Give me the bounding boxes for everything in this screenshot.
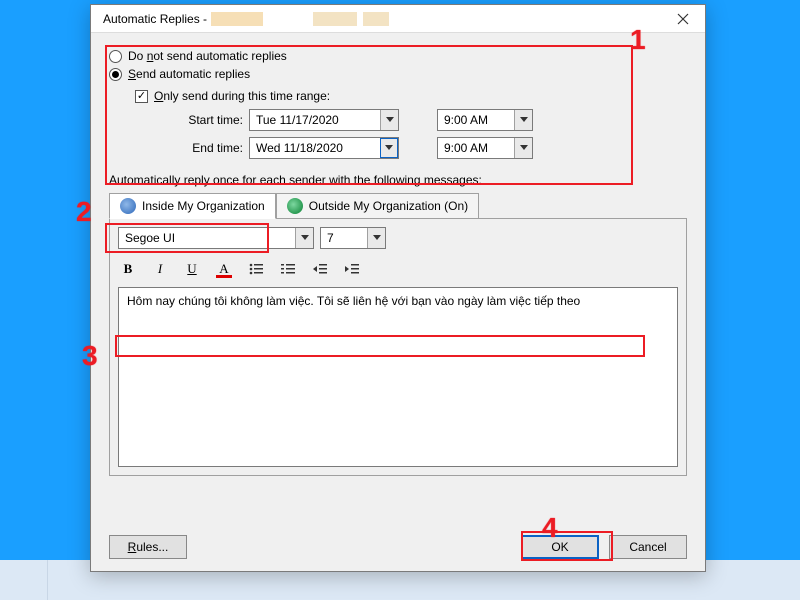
tab-label: Inside My Organization [142,199,265,213]
end-time-combo[interactable]: 9:00 AM [437,137,533,159]
radio-label: Send automatic replies [128,67,250,81]
end-date-value: Wed 11/18/2020 [250,138,349,158]
font-color-button[interactable]: A [214,259,234,279]
radio-send[interactable]: Send automatic replies [109,67,687,81]
radio-icon [109,50,122,63]
taskbar-start[interactable] [0,560,48,600]
people-icon [120,198,136,214]
radio-icon [109,68,122,81]
bullet-list-button[interactable] [246,259,266,279]
end-date-combo[interactable]: Wed 11/18/2020 [249,137,399,159]
tab-label: Outside My Organization (On) [309,199,468,213]
globe-icon [287,198,303,214]
cancel-button[interactable]: Cancel [609,535,687,559]
radio-do-not-send[interactable]: Do not send automatic replies [109,49,687,63]
rules-button[interactable]: Rules... [109,535,187,559]
start-time-value: 9:00 AM [438,110,494,130]
tab-outside-org[interactable]: Outside My Organization (On) [276,193,479,219]
font-family-combo[interactable]: Segoe UI [118,227,314,249]
numbered-list-button[interactable] [278,259,298,279]
indent-button[interactable] [342,259,362,279]
font-size-value: 7 [321,228,340,248]
message-text: Hôm nay chúng tôi không làm việc. Tôi sẽ… [127,294,580,308]
format-toolbar: B I U A [118,257,678,281]
ok-button[interactable]: OK [521,535,599,559]
section-label: Automatically reply once for each sender… [109,173,687,187]
tabs: Inside My Organization Outside My Organi… [109,193,687,219]
checkbox-only-send-range[interactable]: Only send during this time range: [135,89,687,103]
color-swatch [216,275,232,278]
outdent-button[interactable] [310,259,330,279]
checkbox-icon [135,90,148,103]
radio-label: Do not send automatic replies [128,49,287,63]
underline-button[interactable]: U [182,259,202,279]
window-title: Automatic Replies - [103,12,207,26]
chevron-down-icon [514,138,532,158]
chevron-down-icon [380,110,398,130]
start-date-combo[interactable]: Tue 11/17/2020 [249,109,399,131]
numbered-list-icon [281,263,295,275]
chevron-down-icon [367,228,385,248]
chevron-down-icon [295,228,313,248]
bullet-list-icon [249,263,263,275]
time-range-grid: Start time: Tue 11/17/2020 9:00 AM End t… [153,109,687,159]
redacted-name-3 [363,12,389,26]
tab-panel: Segoe UI 7 B I U A [109,218,687,476]
start-time-label: Start time: [153,113,243,127]
outdent-icon [313,263,327,275]
bold-button[interactable]: B [118,259,138,279]
automatic-replies-dialog: Automatic Replies - Do not send automati… [90,4,706,572]
end-time-label: End time: [153,141,243,155]
checkbox-label: Only send during this time range: [154,89,330,103]
titlebar: Automatic Replies - [91,5,705,33]
dialog-footer: Rules... OK Cancel [109,535,687,559]
font-size-combo[interactable]: 7 [320,227,386,249]
redacted-name-1 [211,12,263,26]
indent-icon [345,263,359,275]
end-time-value: 9:00 AM [438,138,494,158]
close-button[interactable] [660,5,705,33]
start-time-combo[interactable]: 9:00 AM [437,109,533,131]
close-icon [677,13,689,25]
start-date-value: Tue 11/17/2020 [250,110,345,130]
font-family-value: Segoe UI [119,228,181,248]
tab-inside-org[interactable]: Inside My Organization [109,193,276,219]
message-editor[interactable]: Hôm nay chúng tôi không làm việc. Tôi sẽ… [118,287,678,467]
chevron-down-icon [380,138,398,158]
chevron-down-icon [514,110,532,130]
italic-button[interactable]: I [150,259,170,279]
redacted-name-2 [313,12,357,26]
